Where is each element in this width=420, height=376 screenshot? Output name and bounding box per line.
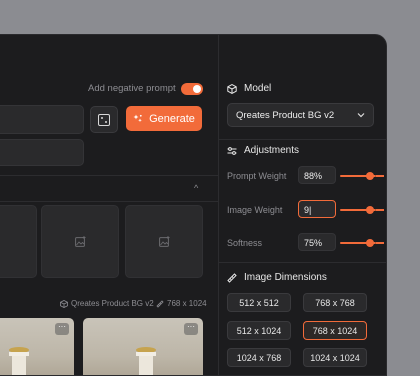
result-model-name: Qreates Product BG v2 (71, 299, 154, 308)
softness-input[interactable]: 75% (298, 233, 336, 251)
add-image-icon (74, 236, 85, 247)
product-image (136, 347, 156, 375)
ruler-icon (227, 272, 237, 283)
model-value: Qreates Product BG v2 (236, 109, 335, 121)
result-thumbnail[interactable]: ··· (83, 318, 203, 375)
divider (0, 175, 218, 176)
adjustment-row-prompt-weight: Prompt Weight 88% (227, 166, 386, 186)
dimensions-section-title: Image Dimensions (227, 272, 327, 283)
slider-handle[interactable] (366, 239, 374, 247)
dimension-option[interactable]: 512 x 512 (227, 293, 291, 312)
result-size: 768 x 1024 (167, 299, 207, 308)
prompt-weight-slider[interactable] (340, 172, 384, 180)
image-slot-placeholder[interactable] (41, 205, 119, 278)
toggle-knob (193, 85, 201, 93)
result-thumbnail[interactable]: ··· (0, 318, 74, 375)
random-prompt-button[interactable] (90, 106, 118, 133)
add-image-icon (158, 236, 169, 247)
cube-icon (60, 299, 68, 308)
adjustment-row-softness: Softness 75% (227, 233, 386, 253)
adjustments-title: Adjustments (244, 145, 300, 156)
adjustment-label: Prompt Weight (227, 171, 287, 181)
image-slot-placeholder[interactable] (125, 205, 203, 278)
more-options-icon[interactable]: ··· (184, 323, 198, 335)
dimension-option[interactable]: 512 x 1024 (227, 321, 291, 340)
app-window: Add negative prompt Generate ^ Qreates P… (0, 34, 387, 376)
negative-prompt-label: Add negative prompt (88, 83, 176, 94)
prompt-weight-input[interactable]: 88% (298, 166, 336, 184)
image-weight-input[interactable]: 9| (298, 200, 336, 218)
dimensions-title: Image Dimensions (244, 272, 327, 283)
softness-slider[interactable] (340, 239, 384, 247)
adjustment-label: Softness (227, 238, 263, 248)
image-slot-placeholder[interactable] (0, 205, 37, 278)
dimension-option[interactable]: 1024 x 1024 (303, 348, 367, 367)
generate-label: Generate (149, 112, 195, 125)
product-image (9, 347, 29, 375)
dice-icon (98, 113, 110, 126)
chevron-up-icon[interactable]: ^ (194, 183, 198, 193)
divider (219, 139, 386, 140)
slider-handle[interactable] (366, 206, 374, 214)
prompt-input[interactable] (0, 105, 84, 134)
adjustment-label: Image Weight (227, 205, 283, 215)
generate-button[interactable]: Generate (126, 106, 202, 131)
sliders-icon (227, 146, 237, 155)
adjustment-row-image-weight: Image Weight 9| (227, 200, 386, 220)
divider (0, 201, 218, 202)
ruler-icon (156, 299, 164, 308)
negative-prompt-toggle[interactable] (181, 83, 203, 95)
adjustments-section-title: Adjustments (227, 145, 299, 156)
more-options-icon[interactable]: ··· (55, 323, 69, 335)
model-title: Model (244, 83, 272, 94)
dimension-option[interactable]: 1024 x 768 (227, 348, 291, 367)
model-section-title: Model (227, 83, 271, 94)
cube-icon (227, 83, 237, 94)
dimension-option[interactable]: 768 x 768 (303, 293, 367, 312)
slider-handle[interactable] (366, 172, 374, 180)
dimension-option-selected[interactable]: 768 x 1024 (303, 321, 367, 340)
image-weight-slider[interactable] (340, 206, 384, 214)
result-model-tag: Qreates Product BG v2 (60, 299, 154, 308)
divider (219, 262, 386, 263)
chevron-down-icon (357, 113, 365, 118)
generation-area: Add negative prompt Generate ^ Qreates P… (0, 35, 219, 375)
model-select[interactable]: Qreates Product BG v2 (227, 103, 374, 127)
result-size-tag: 768 x 1024 (156, 299, 207, 308)
negative-prompt-input[interactable] (0, 139, 84, 166)
settings-sidebar: Model Qreates Product BG v2 Adjustments … (219, 35, 386, 375)
sparkle-icon (133, 114, 142, 122)
